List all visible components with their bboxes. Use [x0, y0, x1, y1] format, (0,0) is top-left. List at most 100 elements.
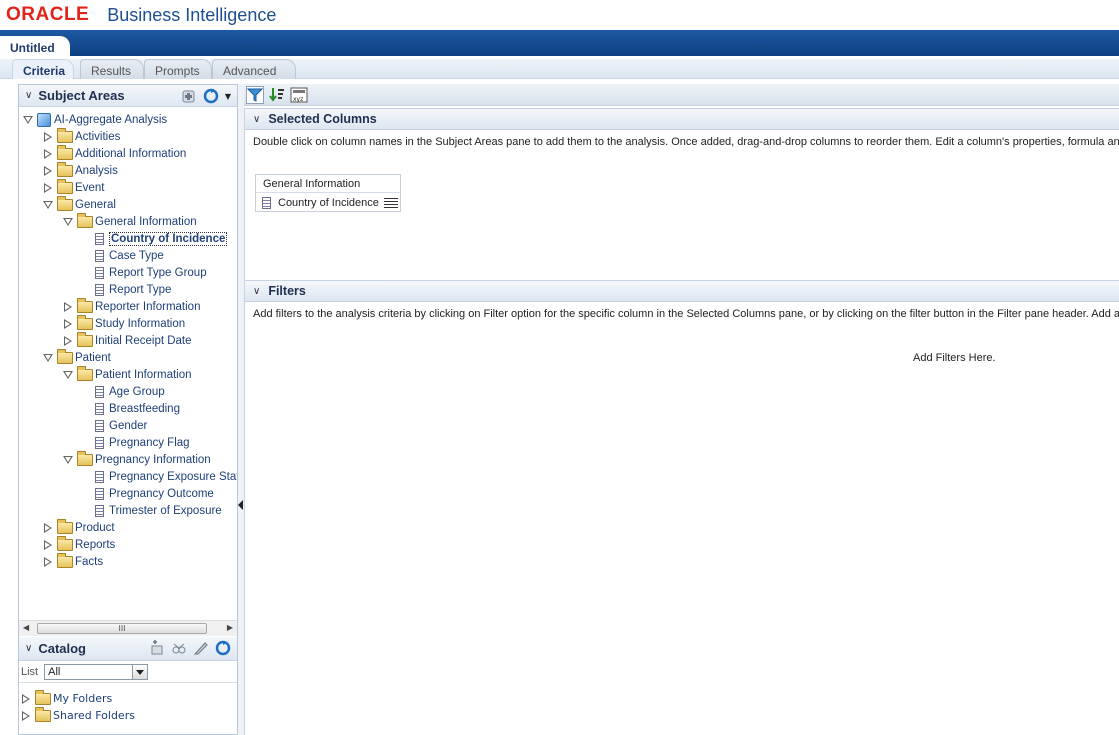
- filter-icon[interactable]: [246, 85, 264, 104]
- collapse-triangle-icon[interactable]: [63, 217, 73, 227]
- catalog-title: Catalog: [38, 641, 86, 656]
- tab-prompts[interactable]: Prompts: [144, 59, 212, 79]
- folder-icon: [77, 450, 93, 466]
- tree-node-label: Gender: [109, 419, 148, 432]
- expand-triangle-icon[interactable]: [63, 335, 73, 346]
- catalog-item-shared-folders[interactable]: Shared Folders: [21, 706, 135, 724]
- collapse-triangle-icon[interactable]: [23, 115, 33, 125]
- tree-node-pregnancy-exposure-stat[interactable]: Pregnancy Exposure Stat: [95, 468, 237, 485]
- column-options-menu-icon[interactable]: [383, 197, 398, 208]
- tree-node-general-information[interactable]: General Information: [63, 212, 197, 230]
- tree-node-label: Reports: [75, 538, 116, 551]
- catalog-refresh-icon[interactable]: [215, 640, 231, 656]
- criteria-toolbar: xyz: [244, 84, 1119, 106]
- tree-node-label: Initial Receipt Date: [95, 334, 192, 347]
- expand-triangle-icon[interactable]: [43, 182, 53, 193]
- tree-node-breastfeeding[interactable]: Breastfeeding: [95, 400, 180, 417]
- tree-node-label: Pregnancy Information: [95, 453, 211, 466]
- scroll-right-icon[interactable]: ▶: [227, 623, 233, 632]
- tree-node-label: Age Group: [109, 385, 165, 398]
- catalog-list-select[interactable]: All: [44, 663, 149, 680]
- tree-node-report-type[interactable]: Report Type: [95, 281, 171, 298]
- tree-node-country-of-incidence[interactable]: Country of Incidence: [95, 230, 228, 247]
- folder-icon: [57, 552, 73, 568]
- expand-triangle-icon[interactable]: [63, 318, 73, 329]
- tree-node-pregnancy-outcome[interactable]: Pregnancy Outcome: [95, 485, 214, 502]
- tree-node-patient-information[interactable]: Patient Information: [63, 365, 192, 383]
- catalog-item-my-folders[interactable]: My Folders: [21, 689, 113, 707]
- tree-node-trimester-of-exposure[interactable]: Trimester of Exposure: [95, 502, 222, 519]
- tree-node-initial-receipt-date[interactable]: Initial Receipt Date: [63, 331, 192, 349]
- scroll-left-icon[interactable]: ◀: [23, 623, 29, 632]
- view-icon[interactable]: [171, 640, 187, 656]
- tab-advanced[interactable]: Advanced: [212, 59, 296, 79]
- tree-node-reports[interactable]: Reports: [43, 535, 116, 553]
- tab-criteria[interactable]: Criteria: [12, 59, 74, 79]
- tree-node-report-type-group[interactable]: Report Type Group: [95, 264, 207, 281]
- tree-node-case-type[interactable]: Case Type: [95, 247, 164, 264]
- tree-node-gender[interactable]: Gender: [95, 417, 147, 434]
- collapse-chevron-icon[interactable]: ∨: [25, 90, 32, 101]
- catalog-collapse-icon[interactable]: ∨: [25, 643, 32, 654]
- refresh-icon[interactable]: [203, 88, 219, 104]
- expand-triangle-icon[interactable]: [21, 710, 31, 721]
- tree-node-study-information[interactable]: Study Information: [63, 314, 185, 332]
- selected-column-item[interactable]: Country of Incidence: [256, 193, 400, 212]
- add-subject-area-icon[interactable]: [181, 88, 197, 104]
- tree-node-age-group[interactable]: Age Group: [95, 383, 165, 400]
- column-group-box[interactable]: General Information Country of Incidence: [255, 174, 401, 212]
- tree-node-label: AI-Aggregate Analysis: [54, 113, 168, 126]
- tree-node-label: Facts: [75, 555, 104, 568]
- tree-node-label: Country of Incidence: [109, 231, 228, 246]
- collapse-triangle-icon[interactable]: [43, 200, 53, 210]
- collapse-triangle-icon[interactable]: [63, 455, 73, 465]
- column-icon: [262, 196, 271, 209]
- tree-node-label: Product: [75, 521, 115, 534]
- refresh-dropdown-icon[interactable]: ▼: [225, 92, 231, 101]
- tree-node-additional-information[interactable]: Additional Information: [43, 144, 186, 162]
- tree-node-reporter-information[interactable]: Reporter Information: [63, 297, 200, 315]
- expand-triangle-icon[interactable]: [43, 148, 53, 159]
- edit-pencil-icon[interactable]: [193, 640, 209, 656]
- folder-icon: [57, 195, 73, 211]
- expand-triangle-icon[interactable]: [43, 539, 53, 550]
- collapse-triangle-icon[interactable]: [43, 353, 53, 363]
- tree-node-activities[interactable]: Activities: [43, 127, 120, 145]
- expand-triangle-icon[interactable]: [43, 165, 53, 176]
- tree-node-analysis[interactable]: Analysis: [43, 161, 118, 179]
- tree-node-label: Patient Information: [95, 368, 192, 381]
- tree-node-facts[interactable]: Facts: [43, 552, 104, 570]
- tab-results[interactable]: Results: [80, 59, 144, 79]
- folder-icon: [35, 689, 51, 705]
- scroll-thumb[interactable]: III: [37, 623, 207, 634]
- add-filters-placeholder[interactable]: Add Filters Here.: [913, 352, 996, 364]
- expand-triangle-icon[interactable]: [43, 556, 53, 567]
- expand-triangle-icon[interactable]: [43, 131, 53, 142]
- tree-node-event[interactable]: Event: [43, 178, 104, 196]
- new-folder-icon[interactable]: [149, 640, 165, 656]
- tree-node-general[interactable]: General: [43, 195, 116, 213]
- section-collapse-icon[interactable]: ∨: [253, 114, 260, 125]
- tree-node-patient[interactable]: Patient: [43, 348, 111, 366]
- tree-node-product[interactable]: Product: [43, 518, 115, 536]
- column-icon: [95, 504, 104, 517]
- catalog-pane: ∨ Catalog List All My Folders Shared Fol…: [19, 637, 237, 735]
- tree-node-ai-aggregate-analysis[interactable]: AI-Aggregate Analysis: [23, 111, 167, 128]
- expand-triangle-icon[interactable]: [21, 693, 31, 704]
- filters-collapse-icon[interactable]: ∨: [253, 286, 260, 297]
- tree-node-label: Pregnancy Outcome: [109, 487, 214, 500]
- collapse-triangle-icon[interactable]: [63, 370, 73, 380]
- folder-icon: [57, 348, 73, 364]
- tree-node-pregnancy-flag[interactable]: Pregnancy Flag: [95, 434, 190, 451]
- catalog-item-label: Shared Folders: [53, 709, 135, 722]
- dropdown-arrow-icon[interactable]: [132, 664, 148, 679]
- document-tab[interactable]: Untitled: [0, 36, 70, 56]
- sort-icon[interactable]: [268, 86, 286, 104]
- horizontal-scrollbar[interactable]: ◀ III ▶: [19, 620, 237, 636]
- expand-triangle-icon[interactable]: [43, 522, 53, 533]
- catalog-item-label: My Folders: [53, 692, 113, 705]
- formula-icon[interactable]: xyz: [290, 86, 308, 104]
- expand-triangle-icon[interactable]: [63, 301, 73, 312]
- tree-node-pregnancy-information[interactable]: Pregnancy Information: [63, 450, 211, 468]
- app-title: Business Intelligence: [107, 4, 277, 25]
